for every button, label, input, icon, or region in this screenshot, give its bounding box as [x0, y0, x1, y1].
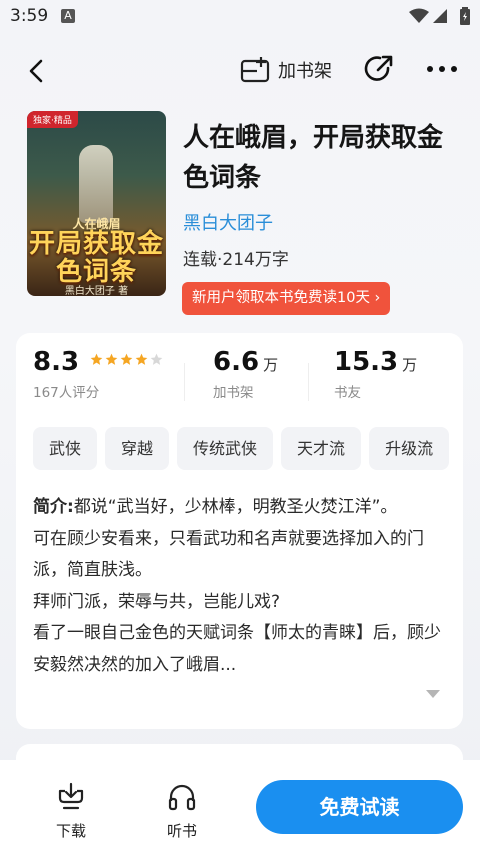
rating-stat: 8.3 167人评分 [33, 347, 163, 401]
cover-badge: 独家·精品 [27, 111, 78, 128]
notification-icon: A [61, 9, 75, 23]
listen-label: 听书 [166, 822, 197, 840]
cover-title-big: 开局获取金色词条 [28, 229, 164, 287]
book-title: 人在峨眉，开局获取金色词条 [183, 123, 444, 193]
star-icon [135, 353, 148, 365]
star-icon [105, 353, 118, 365]
add-to-shelf-button[interactable]: 加书架 [240, 54, 332, 86]
divider [308, 363, 309, 401]
friends-unit: 万 [402, 356, 418, 374]
book-meta: 连载·214万字 [183, 250, 289, 270]
shelf-unit: 万 [263, 356, 279, 374]
shelf-label: 加书架 [213, 385, 254, 401]
listen-button[interactable]: 听书 [152, 782, 212, 841]
intro-line: 拜师门派，荣辱与共，岂能儿戏? [33, 591, 281, 612]
top-nav: 加书架 [0, 44, 480, 96]
intro-line: 都说“武当好，少林棒，明教圣火焚江洋”。 [73, 497, 398, 517]
free-read-button[interactable]: 免费试读 [256, 780, 463, 834]
cover-figure [79, 145, 113, 223]
signal-icon [433, 9, 447, 23]
book-info-card: 8.3 167人评分 6.6 万 加书架 15.3 万 书友 武侠 穿越 传统武侠 天才流… [16, 333, 463, 729]
share-icon[interactable] [364, 54, 394, 84]
star-icon [120, 353, 133, 365]
download-icon [58, 782, 84, 810]
status-time: 3:59 [10, 6, 49, 26]
expand-triangle-icon[interactable] [425, 689, 441, 699]
friends-stat[interactable]: 15.3 万 书友 [334, 347, 417, 401]
wifi-icon [409, 8, 429, 23]
star-icon [150, 353, 163, 365]
back-arrow-icon[interactable] [22, 56, 52, 86]
rating-value: 8.3 [33, 347, 80, 377]
tag-chip[interactable]: 武侠 [33, 427, 98, 470]
book-author-link[interactable]: 黑白大团子 [183, 209, 273, 235]
intro-prefix: 简介: [33, 497, 74, 517]
headphones-icon [168, 784, 196, 811]
divider [184, 363, 185, 401]
more-icon[interactable] [426, 56, 458, 82]
download-label: 下载 [55, 822, 86, 840]
add-to-shelf-label: 加书架 [278, 61, 332, 82]
star-icon [90, 353, 103, 365]
promo-button[interactable]: 新用户领取本书免费读10天 › [182, 282, 391, 315]
bottom-action-bar: 下载 听书 免费试读 [0, 760, 480, 854]
friends-label: 书友 [334, 385, 361, 401]
bookshelf-add-icon [240, 57, 270, 83]
download-button[interactable]: 下载 [41, 782, 101, 841]
battery-icon [460, 7, 470, 25]
intro-line: 可在顾少安看来，只看武功和名声就要选择加入的门派，简直肤浅。 [33, 528, 424, 581]
cover-author: 黑白大团子 著 [64, 286, 129, 296]
book-cover[interactable]: 独家·精品 人在峨眉 开局获取金色词条 黑白大团子 著 [27, 111, 166, 296]
rating-stars [90, 353, 163, 366]
tag-chip[interactable]: 升级流 [369, 427, 450, 470]
tag-chip[interactable]: 传统武侠 [177, 427, 274, 470]
rating-label: 167人评分 [33, 385, 100, 401]
tag-list: 武侠 穿越 传统武侠 天才流 升级流 [33, 427, 463, 473]
status-bar: 3:59 A [0, 0, 480, 34]
shelf-count: 6.6 [213, 347, 260, 377]
shelf-stat: 6.6 万 加书架 [213, 347, 278, 401]
intro-line: 看了一眼自己金色的天赋词条【师太的青睐】后，顾少安毅然决然的加入了峨眉... [33, 623, 441, 675]
friends-count: 15.3 [334, 347, 399, 377]
book-intro[interactable]: 简介:都说“武当好，少林棒，明教圣火焚江洋”。 可在顾少安看来，只看武功和名声就… [33, 492, 443, 681]
tag-chip[interactable]: 穿越 [105, 427, 170, 470]
tag-chip[interactable]: 天才流 [281, 427, 362, 470]
